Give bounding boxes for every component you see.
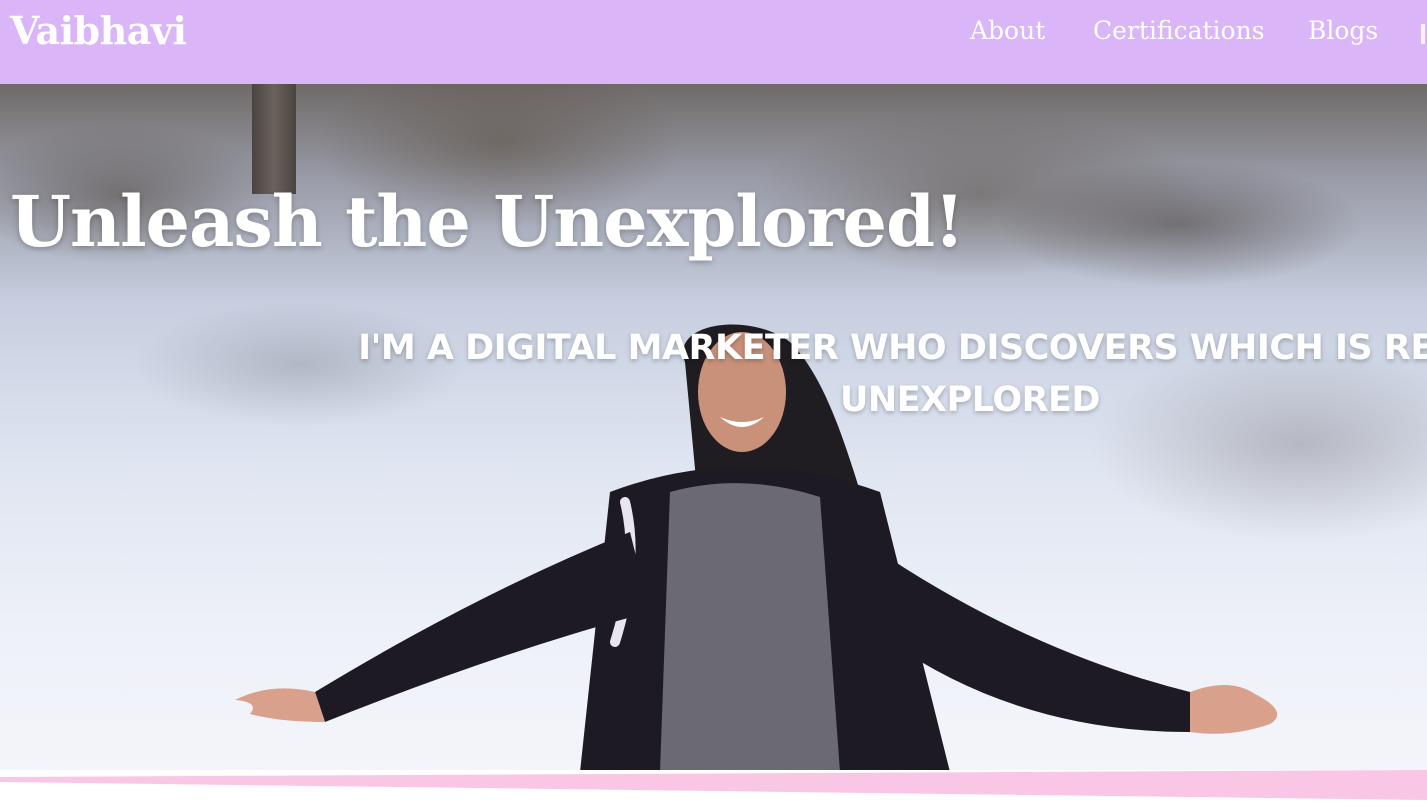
- nav-link-about[interactable]: About: [970, 16, 1045, 45]
- hero-section: Unleash the Unexplored! I'm a Digital Ma…: [0, 84, 1427, 774]
- hero-subtitle: I'm a Digital Marketer who discovers whi…: [358, 328, 1427, 420]
- brand-logo[interactable]: Vaibhavi: [10, 8, 187, 53]
- section-divider: [0, 770, 1427, 803]
- hero-title: Unleash the Unexplored!: [10, 180, 965, 263]
- tree-trunk: [252, 84, 296, 194]
- nav-link-partial[interactable]: [1421, 24, 1425, 44]
- nav-link-certifications[interactable]: Certifications: [1093, 16, 1265, 45]
- nav-link-blogs[interactable]: Blogs: [1308, 16, 1378, 45]
- navbar: Vaibhavi About Certifications Blogs: [0, 0, 1427, 84]
